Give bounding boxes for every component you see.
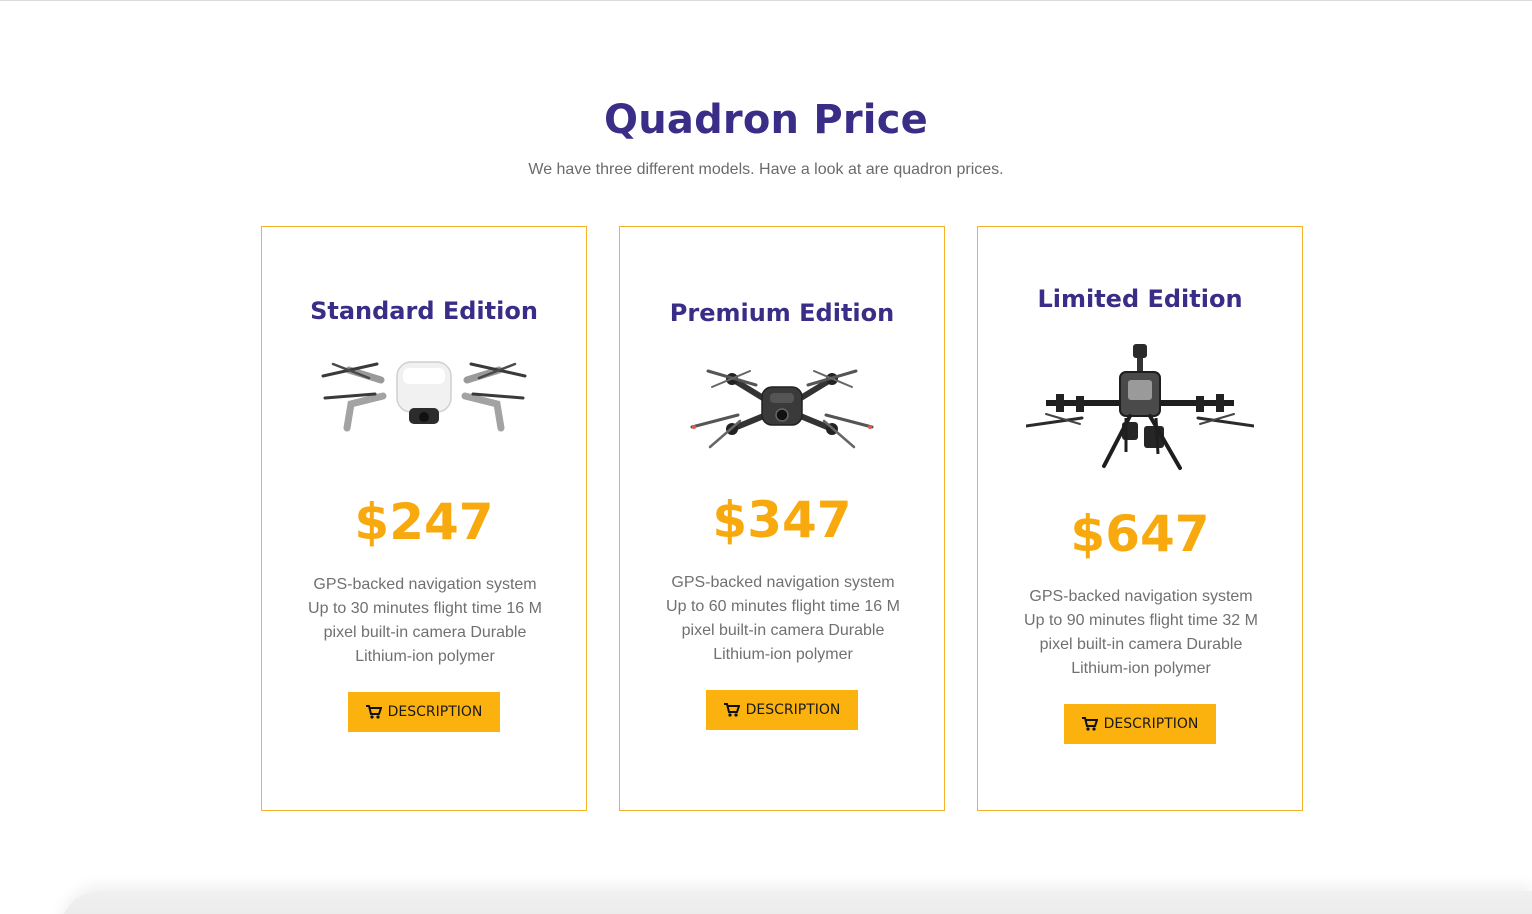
description-button-limited[interactable]: DESCRIPTION [1064,704,1216,744]
button-label: DESCRIPTION [387,704,483,720]
feature-list: GPS-backed navigation system Up to 60 mi… [666,574,900,663]
section-title: Quadron Price [604,97,928,143]
cart-icon [365,705,382,719]
drone-image-limited [1024,342,1256,479]
pricing-card-standard: Standard Edition $247 GPS-backed navigat… [261,226,587,811]
pricing-card-limited: Limited Edition $647 GPS-backed navigati… [977,226,1303,811]
button-label: DESCRIPTION [745,702,841,718]
cart-icon [1081,717,1098,731]
description-button-standard[interactable]: DESCRIPTION [348,692,500,732]
next-section-edge [60,891,1532,914]
price: $247 [354,493,494,551]
price: $347 [712,491,852,549]
card-title: Standard Edition [310,297,538,325]
feature-list: GPS-backed navigation system Up to 30 mi… [308,576,542,665]
pricing-page: Quadron Price We have three different mo… [0,0,1532,914]
section-subtitle: We have three different models. Have a l… [528,161,1004,178]
description-button-premium[interactable]: DESCRIPTION [706,690,858,730]
pricing-card-premium: Premium Edition $347 GPS-backed navigati… [619,226,945,811]
card-title: Premium Edition [669,299,895,327]
cart-icon [723,703,740,717]
price: $647 [1070,505,1210,563]
drone-image-premium [690,357,874,462]
button-label: DESCRIPTION [1103,716,1199,732]
feature-list: GPS-backed navigation system Up to 90 mi… [1024,588,1258,677]
drone-image-standard [321,342,527,439]
card-title: Limited Edition [1037,285,1243,313]
